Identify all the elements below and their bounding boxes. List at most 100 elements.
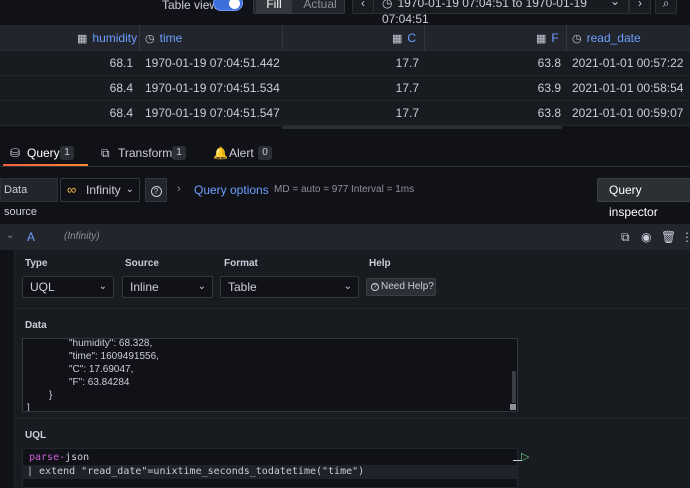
- query-inspector-button[interactable]: Query inspector: [597, 178, 690, 219]
- zoom-out-button[interactable]: ⌕: [655, 0, 677, 14]
- table-header: ▦ humidity ◷ time ▦ C ▦ F ◷ read_date: [0, 25, 690, 51]
- column-divider[interactable]: [282, 25, 283, 51]
- tab-divider: [0, 166, 690, 167]
- chevron-right-icon[interactable]: ›: [177, 183, 181, 195]
- query-row-header: ⌄ A (Infinity) ⧉ ◉ 🗑 ⋮: [0, 224, 690, 250]
- fill-actual-switch: Fill Actual: [253, 0, 345, 14]
- cell-humidity: 68.4: [109, 106, 133, 120]
- select-value: Table: [228, 280, 257, 294]
- time-range-picker[interactable]: ◷ 1970-01-19 07:04:51 to 1970-01-19 07:04…: [373, 0, 629, 26]
- cell-c: 17.7: [395, 81, 419, 95]
- type-select[interactable]: UQL ⌄: [22, 276, 114, 298]
- format-select[interactable]: Table ⌄: [220, 276, 359, 298]
- column-label: read_date: [586, 31, 641, 45]
- tab-count-badge: 1: [172, 146, 186, 160]
- datasource-label: Data source: [0, 178, 58, 218]
- table-view-toggle[interactable]: [213, 0, 243, 11]
- column-header-time[interactable]: ◷ time: [145, 25, 182, 51]
- calculator-icon: ▦: [536, 33, 547, 45]
- source-select[interactable]: Inline ⌄: [122, 276, 213, 298]
- table-row: 68.4 1970-01-19 07:04:51.534 17.7 63.9 2…: [0, 76, 690, 101]
- time-range-text: 1970-01-19 07:04:51 to 1970-01-19 07:04:…: [382, 0, 587, 26]
- cell-f: 63.8: [537, 56, 561, 70]
- collapse-chevron-icon[interactable]: ⌄: [6, 230, 14, 241]
- data-line: "humidity": 68.328,: [69, 338, 153, 349]
- transform-icon: ⧉: [101, 146, 110, 160]
- textarea-scrollbar[interactable]: [512, 371, 516, 403]
- bell-icon: 🔔: [213, 146, 228, 160]
- chevron-left-icon: ‹: [361, 0, 365, 10]
- column-header-f[interactable]: ▦ F: [536, 25, 559, 51]
- tab-label: Alert: [229, 146, 254, 160]
- cell-humidity: 68.1: [109, 56, 133, 70]
- max-data-points-info: MD = auto = 977: [274, 184, 349, 195]
- tab-query[interactable]: ⛁ Query 1: [0, 140, 90, 166]
- cell-time: 1970-01-19 07:04:51.547: [145, 106, 280, 120]
- type-label: Type: [25, 258, 48, 269]
- column-divider[interactable]: [566, 25, 567, 51]
- tab-alert[interactable]: 🔔 Alert 0: [210, 140, 280, 164]
- fill-option[interactable]: Fill: [256, 0, 292, 13]
- data-line: "C": 17.69047,: [69, 364, 134, 375]
- duplicate-icon[interactable]: ⧉: [621, 230, 630, 245]
- infinity-logo-icon: ∞: [67, 182, 77, 197]
- panel-toolbar: Table view Fill Actual ‹ ◷ 1970-01-19 07:…: [0, 0, 690, 26]
- run-query-icon[interactable]: ▷: [521, 450, 529, 463]
- table-row: 68.4 1970-01-19 07:04:51.547 17.7 63.8 2…: [0, 101, 690, 126]
- need-help-button[interactable]: ? Need Help?: [366, 278, 436, 296]
- select-value: UQL: [30, 280, 55, 294]
- text-cursor: [513, 460, 521, 461]
- data-line: "time": 1609491556,: [69, 351, 159, 362]
- column-label: F: [551, 31, 559, 45]
- source-label: Source: [125, 258, 159, 269]
- cell-f: 63.9: [537, 81, 561, 95]
- table-view-label: Table view: [162, 0, 219, 12]
- data-label: Data: [25, 320, 47, 331]
- datasource-help-button[interactable]: ?: [145, 178, 167, 202]
- tab-label: Transform: [118, 146, 173, 160]
- chevron-down-icon: ⌄: [343, 281, 352, 292]
- column-label: C: [407, 31, 417, 45]
- cell-read-date: 2021-01-01 00:57:22: [572, 56, 684, 70]
- horizontal-scrollbar[interactable]: [282, 126, 562, 129]
- trash-icon[interactable]: 🗑: [661, 230, 676, 244]
- chevron-right-icon: ›: [638, 0, 642, 10]
- uql-code-editor[interactable]: parse-json | extend "read_date"=unixtime…: [22, 448, 521, 488]
- query-editor: Type UQL ⌄ Source Inline ⌄ Format Table ⌄ H…: [14, 250, 690, 488]
- table-row: 68.1 1970-01-19 07:04:51.442 17.7 63.8 2…: [0, 51, 690, 76]
- column-header-c[interactable]: ▦ C: [392, 25, 416, 51]
- cell-time: 1970-01-19 07:04:51.534: [145, 81, 280, 95]
- column-header-read-date[interactable]: ◷ read_date: [572, 25, 641, 51]
- eye-icon[interactable]: ◉: [641, 230, 651, 244]
- toggle-knob: [229, 0, 240, 9]
- cell-c: 17.7: [395, 56, 419, 70]
- column-divider[interactable]: [424, 25, 425, 51]
- drag-handle-icon[interactable]: ⋮: [681, 230, 690, 244]
- time-shift-forward-button[interactable]: ›: [629, 0, 651, 14]
- clock-icon: ◷: [572, 33, 582, 45]
- data-textarea[interactable]: "humidity": 68.328, "time": 1609491556, …: [22, 338, 518, 412]
- tab-transform[interactable]: ⧉ Transform 1: [98, 140, 198, 164]
- column-divider[interactable]: [139, 25, 140, 51]
- resize-grip-icon[interactable]: [510, 404, 516, 410]
- tab-count-badge: 1: [60, 146, 74, 160]
- data-table: ▦ humidity ◷ time ▦ C ▦ F ◷ read_date 68.1 19…: [0, 25, 690, 126]
- calculator-icon: ▦: [392, 33, 403, 45]
- chevron-down-icon: ⌄: [98, 281, 107, 292]
- code-line: | extend "read_date"=unixtime_seconds_to…: [23, 465, 517, 479]
- tab-label: Query: [27, 146, 60, 160]
- time-shift-back-button[interactable]: ‹: [352, 0, 374, 14]
- query-ref-id[interactable]: A: [27, 230, 35, 244]
- query-tabs: ⛁ Query 1 ⧉ Transform 1 🔔 Alert 0: [0, 140, 690, 166]
- datasource-picker[interactable]: ∞ Infinity ⌄: [60, 178, 140, 202]
- column-header-humidity[interactable]: ▦ humidity: [77, 25, 137, 51]
- clock-icon: ◷: [145, 33, 155, 45]
- datasource-row: Data source ∞ Infinity ⌄ ? › Query optio…: [0, 175, 690, 219]
- actual-option[interactable]: Actual: [298, 0, 342, 13]
- divider: [15, 418, 690, 419]
- question-circle-icon: ?: [150, 186, 162, 197]
- cell-time: 1970-01-19 07:04:51.442: [145, 56, 280, 70]
- chevron-down-icon: ⌄: [197, 281, 206, 292]
- query-options-toggle[interactable]: Query options: [194, 183, 269, 197]
- code-keyword: parse-: [29, 452, 66, 463]
